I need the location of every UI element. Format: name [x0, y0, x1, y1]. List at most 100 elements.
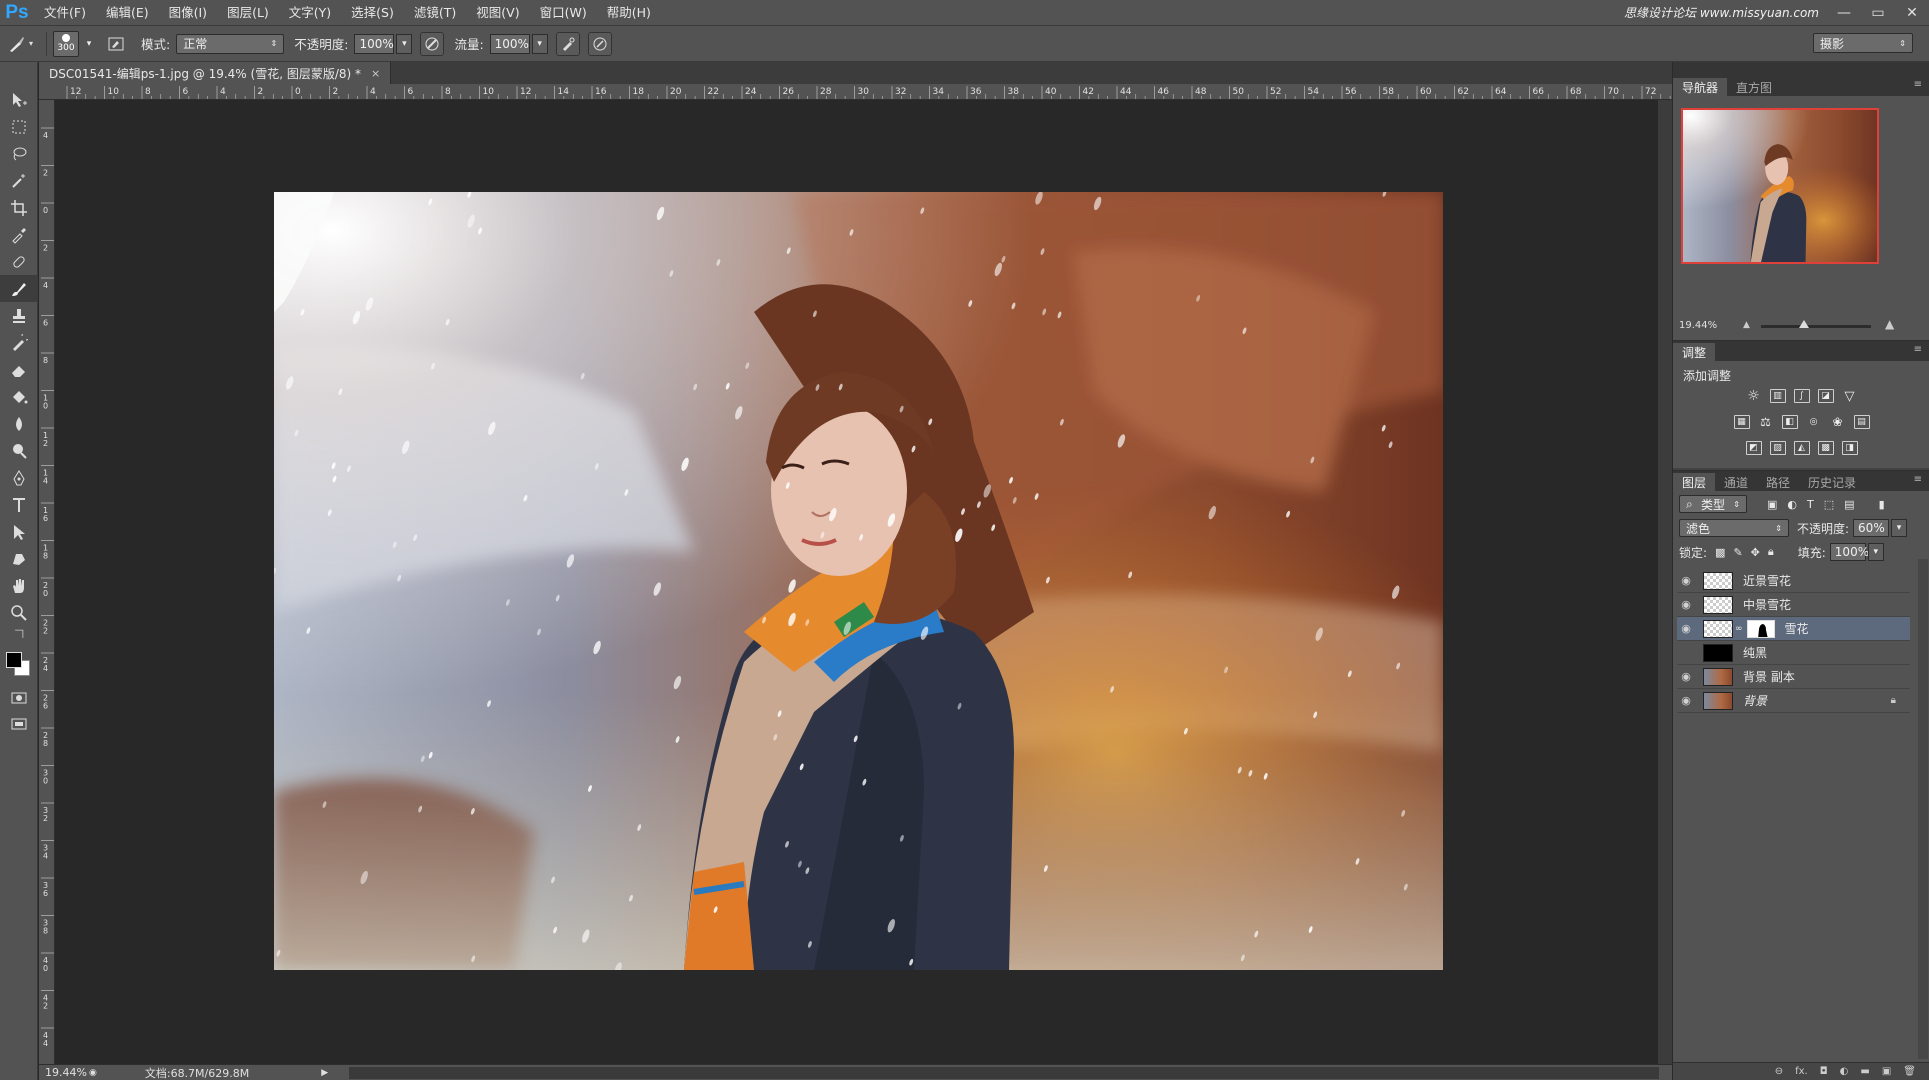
new-layer-icon[interactable]: ▣: [1882, 1066, 1891, 1077]
filter-adjustment-icon[interactable]: ◐: [1787, 498, 1797, 511]
selective-color-icon[interactable]: ◨: [1841, 441, 1858, 455]
lasso-tool-icon[interactable]: [0, 140, 38, 167]
layer-filter-select[interactable]: ⌕ 类型 ⇕: [1679, 495, 1747, 513]
export-icon[interactable]: ◉: [89, 1068, 97, 1078]
menu-image[interactable]: 图像(I): [159, 0, 217, 26]
lock-transparent-icon[interactable]: ▩: [1715, 546, 1725, 559]
hue-saturation-icon[interactable]: ▦: [1733, 415, 1750, 429]
history-brush-tool-icon[interactable]: [0, 329, 38, 356]
tab-adjustments[interactable]: 调整: [1673, 343, 1716, 361]
horizontal-scrollbar[interactable]: [349, 1067, 1659, 1079]
path-selection-tool-icon[interactable]: [0, 518, 38, 545]
link-layers-icon[interactable]: ⊖: [1775, 1066, 1783, 1077]
type-tool-icon[interactable]: [0, 491, 38, 518]
filter-smart-object-icon[interactable]: ▤: [1844, 498, 1854, 511]
tab-history[interactable]: 历史记录: [1799, 473, 1865, 491]
layer-row[interactable]: ▫ 纯黑: [1677, 641, 1910, 665]
tab-channels[interactable]: 通道: [1715, 473, 1757, 491]
canvas-area[interactable]: [56, 101, 1658, 1064]
zoom-out-icon[interactable]: ▲: [1743, 320, 1750, 330]
panel-menu-icon[interactable]: ≡: [1914, 79, 1922, 90]
blend-mode-select[interactable]: 滤色 ⇕: [1679, 519, 1789, 537]
eraser-tool-icon[interactable]: [0, 356, 38, 383]
zoom-tool-icon[interactable]: [0, 599, 38, 626]
delete-layer-icon[interactable]: 🗑︎: [1903, 1066, 1916, 1077]
fill-input[interactable]: 100%: [1829, 543, 1869, 561]
eyedropper-tool-icon[interactable]: [0, 221, 38, 248]
brush-tool-preset-icon[interactable]: ▾: [0, 31, 40, 57]
layer-opacity-input[interactable]: 60%: [1853, 519, 1890, 537]
menu-edit[interactable]: 编辑(E): [96, 0, 159, 26]
lock-pixels-icon[interactable]: ✎: [1733, 546, 1742, 559]
flow-input[interactable]: 100%: [489, 33, 530, 54]
levels-icon[interactable]: ▥: [1769, 389, 1786, 403]
shape-tool-icon[interactable]: [0, 545, 38, 572]
flow-dropdown-icon[interactable]: ▾: [531, 33, 548, 54]
posterize-icon[interactable]: ▨: [1769, 441, 1786, 455]
foreground-color-swatch[interactable]: [6, 652, 22, 668]
tab-histogram[interactable]: 直方图: [1727, 78, 1781, 96]
opacity-dropdown-icon[interactable]: ▾: [396, 33, 413, 54]
new-adjustment-icon[interactable]: ◐: [1840, 1066, 1849, 1077]
healing-brush-tool-icon[interactable]: [0, 248, 38, 275]
add-mask-icon[interactable]: ◘: [1820, 1066, 1828, 1077]
screen-mode-icon[interactable]: [0, 711, 38, 738]
eye-icon[interactable]: ◉: [1677, 593, 1695, 617]
channel-mixer-icon[interactable]: ❀: [1830, 415, 1846, 429]
maximize-button[interactable]: ▭: [1861, 0, 1895, 26]
airbrush-icon[interactable]: [555, 31, 580, 56]
layer-row[interactable]: ◉ 近景雪花: [1677, 569, 1910, 593]
layer-row[interactable]: ◉ 中景雪花: [1677, 593, 1910, 617]
menu-type[interactable]: 文字(Y): [279, 0, 341, 26]
brush-tool-icon[interactable]: [0, 275, 38, 302]
eye-icon[interactable]: ◉: [1677, 569, 1695, 593]
layer-style-icon[interactable]: fx.: [1795, 1066, 1808, 1077]
lock-all-icon[interactable]: 🔒︎: [1768, 545, 1774, 559]
filter-shape-icon[interactable]: ⬚: [1824, 498, 1834, 511]
brush-panel-toggle-icon[interactable]: [101, 31, 131, 57]
color-balance-icon[interactable]: ⚖: [1758, 415, 1774, 429]
menu-window[interactable]: 窗口(W): [530, 0, 597, 26]
paint-bucket-tool-icon[interactable]: [0, 383, 38, 410]
opacity-dropdown-icon[interactable]: ▾: [1891, 519, 1908, 537]
crop-tool-icon[interactable]: [0, 194, 38, 221]
vibrance-icon[interactable]: ▽: [1842, 389, 1858, 404]
close-tab-icon[interactable]: ×: [371, 67, 380, 80]
mode-select[interactable]: 正常 ⇕: [176, 33, 285, 54]
gradient-map-icon[interactable]: ▩: [1817, 441, 1834, 455]
menu-layer[interactable]: 图层(L): [217, 0, 279, 26]
mask-link-icon[interactable]: ∞: [1735, 624, 1743, 634]
lock-position-icon[interactable]: ✥: [1751, 546, 1760, 559]
layer-row[interactable]: ◉ 背景 副本: [1677, 665, 1910, 689]
menu-help[interactable]: 帮助(H): [597, 0, 661, 26]
zoom-in-icon[interactable]: ▲: [1885, 317, 1894, 331]
quick-mask-icon[interactable]: [0, 684, 38, 711]
tab-navigator[interactable]: 导航器: [1673, 78, 1728, 96]
status-zoom[interactable]: 19.44%: [39, 1066, 89, 1079]
menu-view[interactable]: 视图(V): [466, 0, 529, 26]
pressure-opacity-icon[interactable]: [420, 31, 445, 56]
filter-toggle-icon[interactable]: ▮: [1879, 498, 1885, 511]
navigator-zoom-value[interactable]: 19.44%: [1679, 320, 1717, 331]
dodge-tool-icon[interactable]: [0, 437, 38, 464]
layers-scrollbar[interactable]: [1918, 559, 1928, 1059]
menu-file[interactable]: 文件(F): [34, 0, 96, 26]
status-menu-arrow-icon[interactable]: ▶: [321, 1068, 328, 1078]
brightness-icon[interactable]: ☼: [1746, 388, 1762, 404]
filter-type-icon[interactable]: T: [1807, 498, 1814, 511]
eye-hidden-icon[interactable]: ▫: [1677, 641, 1695, 665]
tab-paths[interactable]: 路径: [1757, 473, 1799, 491]
eye-icon[interactable]: ◉: [1677, 617, 1695, 641]
close-button[interactable]: ✕: [1895, 0, 1929, 26]
hand-tool-icon[interactable]: [0, 572, 38, 599]
navigator-view-frame[interactable]: [1681, 108, 1879, 264]
fill-dropdown-icon[interactable]: ▾: [1867, 543, 1884, 561]
invert-icon[interactable]: ◩: [1745, 441, 1762, 455]
minimize-button[interactable]: —: [1827, 0, 1861, 26]
document-photo[interactable]: [274, 192, 1443, 970]
magic-wand-tool-icon[interactable]: [0, 167, 38, 194]
swap-colors-icon[interactable]: [0, 626, 38, 642]
workspace-select[interactable]: 摄影 ⇕: [1813, 33, 1913, 53]
navigator-zoom-slider[interactable]: [1761, 325, 1871, 328]
layer-row[interactable]: ◉ 背景 🔒︎: [1677, 689, 1910, 713]
